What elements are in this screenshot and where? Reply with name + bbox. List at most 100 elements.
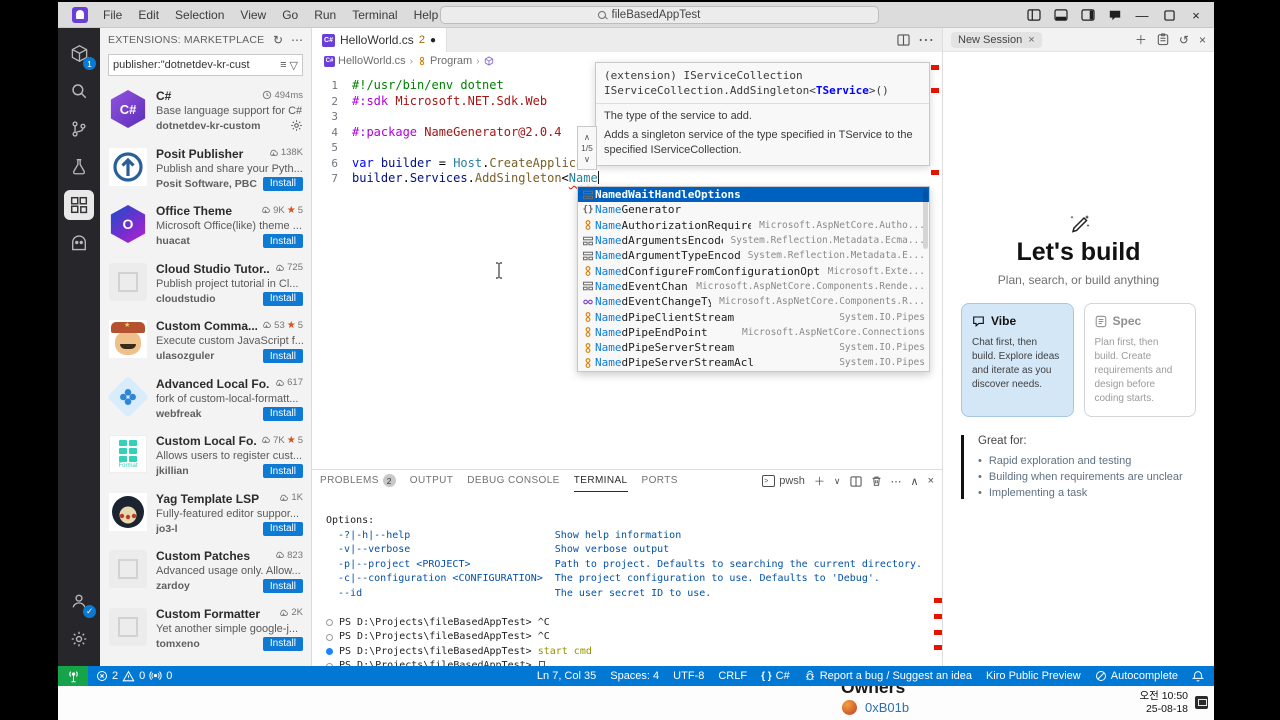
- close-session-icon[interactable]: ×: [1028, 34, 1034, 46]
- status-c-[interactable]: { } C#: [761, 670, 790, 682]
- card-vibe[interactable]: Vibe Chat first, then build. Explore idea…: [961, 303, 1074, 417]
- menu-go[interactable]: Go: [275, 5, 305, 25]
- maximize-panel-icon[interactable]: ∧: [911, 475, 919, 488]
- terminal-dropdown-icon[interactable]: ∨: [834, 476, 841, 487]
- status-utf-8[interactable]: UTF-8: [673, 670, 704, 682]
- history-icon[interactable]: ↺: [1179, 33, 1189, 47]
- install-button[interactable]: Install: [262, 291, 303, 306]
- extensions-search-input[interactable]: [113, 59, 278, 71]
- autocomplete-item[interactable]: NamedPipeClientStream System.IO.Pipes: [578, 309, 929, 324]
- command-decoration-icon[interactable]: [326, 648, 333, 656]
- extension-list-item[interactable]: Advanced Local Fo... 617 fork of custom-lo…: [100, 370, 311, 428]
- command-decoration-icon[interactable]: [326, 633, 333, 641]
- ports-indicator[interactable]: 0: [149, 670, 172, 682]
- breadcrumb-item[interactable]: Program: [417, 55, 472, 67]
- remote-indicator[interactable]: [58, 666, 88, 686]
- status-kiro-public-preview[interactable]: Kiro Public Preview: [986, 670, 1081, 682]
- sidebar-item-explorer[interactable]: 1: [64, 38, 96, 70]
- clear-filter-icon[interactable]: ≡: [280, 59, 286, 71]
- install-button[interactable]: Install: [262, 349, 303, 363]
- extension-list-item[interactable]: Custom Formatter 2K Yet another simple goo…: [100, 600, 311, 658]
- refresh-icon[interactable]: ↻: [273, 33, 283, 47]
- terminal-output[interactable]: Options: -?|-h|--help Show help informat…: [312, 492, 942, 666]
- close-icon[interactable]: ×: [1186, 6, 1206, 24]
- signature-pager[interactable]: ∧ 1/5 ∨: [577, 126, 597, 170]
- filter-icon[interactable]: ▽: [290, 59, 298, 72]
- split-editor-icon[interactable]: [897, 34, 910, 46]
- status-report-a-bug-suggest-an-idea[interactable]: Report a bug / Suggest an idea: [804, 670, 972, 682]
- pager-down-icon[interactable]: ∨: [584, 154, 590, 165]
- search-input[interactable]: [611, 9, 722, 21]
- address-link[interactable]: 0xB01b: [865, 700, 909, 715]
- autocomplete-item[interactable]: NameAuthorizationRequirem... Microsoft.As…: [578, 218, 929, 233]
- tab-new-session[interactable]: New Session ×: [951, 31, 1042, 48]
- install-button[interactable]: Install: [262, 176, 303, 191]
- sidebar-item-chat[interactable]: [64, 228, 94, 258]
- extension-list-item[interactable]: O Office Theme 9K ★ 5 Microsoft Office(like) …: [100, 197, 311, 255]
- panel-tab-problems[interactable]: PROBLEMS 2: [320, 470, 396, 492]
- autocomplete-item[interactable]: NamedPipeEndPoint Microsoft.AspNetCore.Co…: [578, 325, 929, 340]
- menu-run[interactable]: Run: [307, 5, 343, 25]
- install-button[interactable]: Install: [262, 406, 303, 421]
- sidebar-item-search[interactable]: [64, 76, 94, 106]
- layout-sidebar-right-icon[interactable]: [1078, 6, 1098, 24]
- taskbar-clock[interactable]: 오전 10:50 25-08-18: [1139, 690, 1188, 715]
- install-button[interactable]: Install: [262, 234, 303, 248]
- card-spec[interactable]: Spec Plan first, then build. Create requi…: [1083, 303, 1196, 417]
- autocomplete-item[interactable]: NamedArgumentsEncoder System.Reflection.M…: [578, 233, 929, 248]
- extensions-search-box[interactable]: ≡ ▽: [108, 54, 303, 76]
- tray-icon[interactable]: [1195, 696, 1208, 709]
- extension-gear-icon[interactable]: [290, 119, 303, 132]
- new-terminal-icon[interactable]: ＋: [814, 473, 825, 489]
- extension-list-item[interactable]: Cloud Studio Tutor... 725 Publish project …: [100, 255, 311, 313]
- layout-panel-icon[interactable]: [1051, 6, 1071, 24]
- app-logo-icon[interactable]: [72, 6, 88, 23]
- autocomplete-item[interactable]: NamedEventChange Microsoft.AspNetCore.Com…: [578, 279, 929, 294]
- install-button[interactable]: Install: [262, 636, 303, 651]
- account-icon[interactable]: ✓: [64, 586, 96, 618]
- autocomplete-item[interactable]: NamedEventChangeType Microsoft.AspNetCore…: [578, 294, 929, 309]
- panel-tab-debug-console[interactable]: DEBUG CONSOLE: [467, 470, 559, 492]
- extension-list-item[interactable]: Yag Template LSP 1K Fully-featured editor …: [100, 485, 311, 543]
- minimize-icon[interactable]: —: [1132, 6, 1152, 24]
- settings-gear-icon[interactable]: [64, 624, 94, 654]
- menu-view[interactable]: View: [233, 5, 273, 25]
- install-button[interactable]: Install: [262, 521, 303, 536]
- menu-selection[interactable]: Selection: [168, 5, 231, 25]
- restore-icon[interactable]: [1159, 6, 1179, 24]
- autocomplete-item[interactable]: NamedArgumentTypeEncoder System.Reflectio…: [578, 248, 929, 263]
- panel-tab-ports[interactable]: PORTS: [642, 470, 678, 492]
- extension-list-item[interactable]: C# C# 494ms Base language support for C# dot…: [100, 82, 311, 140]
- sidebar-item-testing[interactable]: [64, 152, 94, 182]
- errors-indicator[interactable]: 2: [96, 670, 118, 682]
- status-autocomplete[interactable]: Autocomplete: [1095, 670, 1178, 682]
- panel-more-icon[interactable]: ⋯: [891, 475, 902, 488]
- code-line[interactable]: 7 builder.Services.AddSingleton<Name: [312, 171, 942, 187]
- split-terminal-icon[interactable]: [849, 475, 862, 487]
- kill-terminal-icon[interactable]: [871, 475, 882, 487]
- install-button[interactable]: Install: [262, 579, 303, 593]
- extension-list-item[interactable]: Format Custom Local Fo... 7K ★ 5 Allows users…: [100, 427, 311, 485]
- close-panel-icon[interactable]: ×: [1199, 33, 1206, 47]
- warnings-indicator[interactable]: 0: [122, 670, 145, 682]
- chat-bubble-icon[interactable]: [1105, 6, 1125, 24]
- sidebar-item-source-control[interactable]: [64, 114, 94, 144]
- editor-more-icon[interactable]: ⋯: [918, 30, 934, 50]
- breadcrumb-item[interactable]: C# HelloWorld.cs: [324, 55, 406, 67]
- command-center-search[interactable]: [440, 6, 879, 24]
- pager-up-icon[interactable]: ∧: [584, 132, 590, 143]
- suggest-scrollbar[interactable]: [923, 189, 928, 249]
- menu-file[interactable]: File: [96, 5, 129, 25]
- autocomplete-item[interactable]: NamedWaitHandleOptions: [578, 187, 929, 203]
- menu-edit[interactable]: Edit: [131, 5, 166, 25]
- autocomplete-item[interactable]: NamedConfigureFromConfigurationOptio... M…: [578, 263, 929, 278]
- sidebar-item-extensions[interactable]: [64, 190, 94, 220]
- layout-sidebar-left-icon[interactable]: [1024, 6, 1044, 24]
- more-actions-icon[interactable]: ⋯: [291, 33, 303, 47]
- command-decoration-icon[interactable]: [326, 619, 333, 627]
- close-panel-icon[interactable]: ×: [928, 475, 934, 487]
- extension-list-item[interactable]: Custom Patches 823 Advanced usage only. Al…: [100, 542, 311, 600]
- status-crlf[interactable]: CRLF: [718, 670, 747, 682]
- breadcrumb-item[interactable]: [484, 56, 497, 66]
- panel-tab-output[interactable]: OUTPUT: [410, 470, 454, 492]
